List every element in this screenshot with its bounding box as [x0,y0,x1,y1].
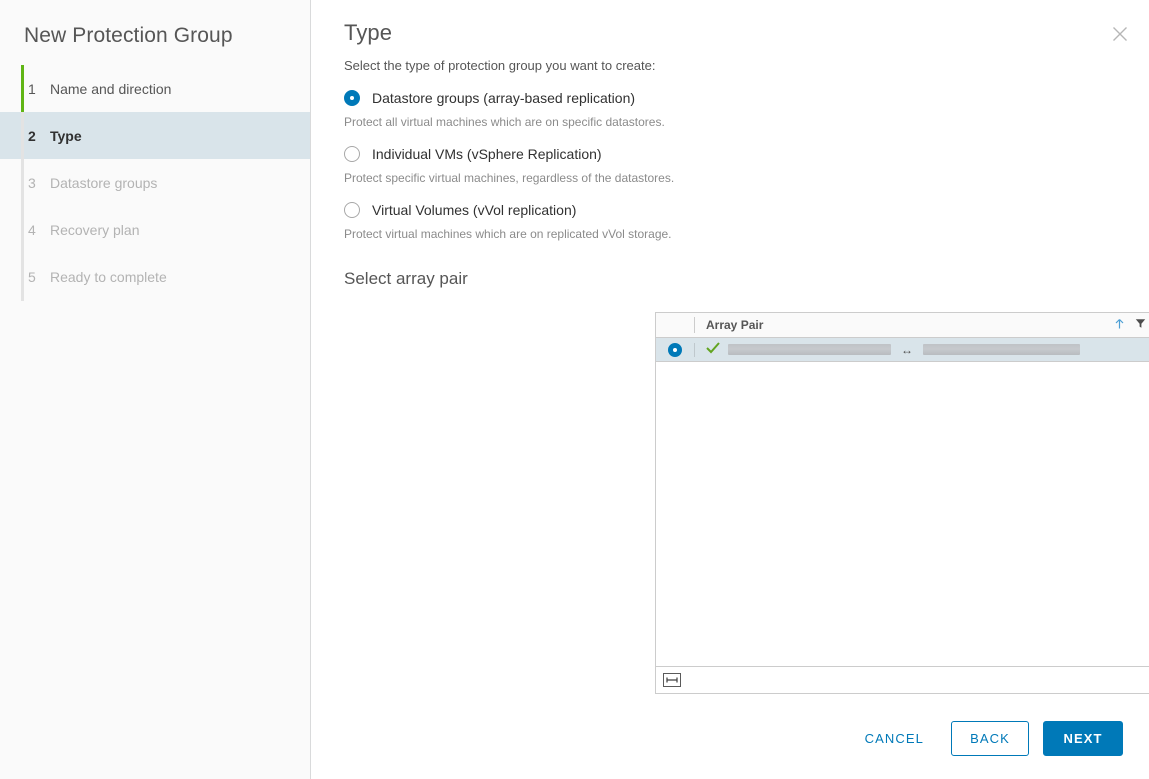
step-number: 3 [28,174,36,191]
radio-option-individual-vms[interactable]: Individual VMs (vSphere Replication) [344,143,1149,164]
step-label: Ready to complete [50,268,167,285]
radio-button-individual-vms[interactable] [344,145,360,162]
step-number: 5 [28,268,36,285]
select-array-pair-heading: Select array pair [344,269,468,288]
step-number: 4 [28,221,36,238]
step-number: 1 [28,80,36,97]
table-header-row: Array Pair [656,313,1149,338]
array-pair-left-redacted [728,344,891,355]
protection-group-type-options: Datastore groups (array-based replicatio… [311,73,1149,241]
sort-ascending-icon[interactable] [1114,318,1125,332]
radio-button-virtual-volumes[interactable] [344,201,360,218]
sidebar-step-datastore-groups[interactable]: 3 Datastore groups [0,159,310,206]
page-title: Type [344,20,393,45]
back-button[interactable]: BACK [951,721,1029,756]
new-protection-group-wizard: New Protection Group 1 Name and directio… [0,0,1149,779]
step-label: Datastore groups [50,174,158,191]
close-icon[interactable] [1108,22,1132,46]
column-label: Array Pair [706,318,764,332]
radio-description-datastore-groups: Protect all virtual machines which are o… [344,115,665,129]
array-pair-right-redacted [923,344,1080,355]
intro-text: Select the type of protection group you … [344,58,656,73]
sidebar-step-ready-to-complete[interactable]: 5 Ready to complete [0,253,310,300]
wizard-steps: 1 Name and direction 2 Type 3 Datastore … [0,65,310,301]
sidebar-step-type[interactable]: 2 Type [0,112,310,159]
next-button[interactable]: NEXT [1043,721,1123,756]
step-label: Name and direction [50,80,172,97]
wizard-sidebar: New Protection Group 1 Name and directio… [0,0,311,779]
array-pair-table: Array Pair ↔ [655,312,1149,694]
sidebar-step-recovery-plan[interactable]: 4 Recovery plan [0,206,310,253]
wizard-action-bar: CANCEL BACK NEXT [852,721,1123,756]
radio-label: Datastore groups (array-based replicatio… [372,89,636,106]
step-label: Type [50,127,82,144]
check-icon [706,342,720,357]
wizard-main-panel: Type Select the type of protection group… [311,0,1149,779]
radio-description-virtual-volumes: Protect virtual machines which are on re… [344,227,672,241]
row-select-cell[interactable] [656,342,694,357]
step-number: 2 [28,127,36,144]
radio-option-virtual-volumes[interactable]: Virtual Volumes (vVol replication) [344,199,1149,220]
sidebar-step-name-and-direction[interactable]: 1 Name and direction [0,65,310,112]
wizard-title: New Protection Group [24,24,233,47]
table-row[interactable]: ↔ asterix ↔ obelix [656,338,1149,362]
table-header-array-pair[interactable]: Array Pair [695,313,1149,337]
radio-description-individual-vms: Protect specific virtual machines, regar… [344,171,675,185]
step-rail-progress [21,65,24,112]
radio-button-datastore-groups[interactable] [344,89,360,106]
table-footer: Items per page AUTO 1 array pairs [656,666,1149,693]
cell-array-pair: ↔ [695,342,1149,357]
table-body: ↔ asterix ↔ obelix [656,338,1149,666]
cancel-button[interactable]: CANCEL [852,721,937,756]
table-header-select [656,313,694,337]
filter-icon[interactable] [1135,318,1146,332]
fit-columns-icon[interactable] [663,673,681,687]
bidirectional-arrow-icon: ↔ [901,342,913,357]
radio-label: Individual VMs (vSphere Replication) [372,145,602,162]
radio-label: Virtual Volumes (vVol replication) [372,201,577,218]
radio-option-datastore-groups[interactable]: Datastore groups (array-based replicatio… [344,87,1149,108]
row-radio-button[interactable] [668,342,682,357]
step-label: Recovery plan [50,221,140,238]
